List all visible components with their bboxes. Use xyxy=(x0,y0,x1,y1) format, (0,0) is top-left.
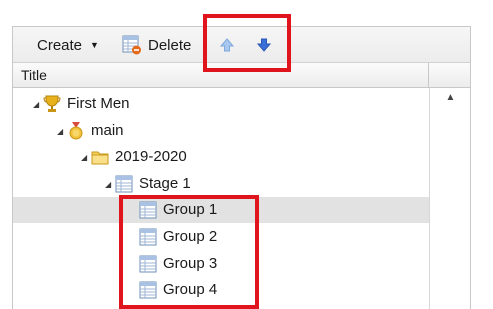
tree-row[interactable]: ◢ First Men xyxy=(13,91,430,117)
chevron-down-icon: ▼ xyxy=(90,40,99,50)
tree-row-label: 2019-2020 xyxy=(115,148,187,166)
expand-toggle-icon[interactable]: ◢ xyxy=(105,180,111,189)
table-icon xyxy=(115,175,133,193)
delete-label: Delete xyxy=(148,36,192,54)
tree-row[interactable]: ◢ main xyxy=(13,118,430,144)
tree-row[interactable]: ◢ Stage 1 xyxy=(13,171,430,197)
highlight-box-arrows xyxy=(203,14,291,72)
vertical-scrollbar[interactable]: ▲ xyxy=(429,88,470,309)
expand-toggle-icon[interactable]: ◢ xyxy=(57,127,63,136)
delete-button[interactable]: Delete xyxy=(122,27,191,63)
folder-icon xyxy=(91,148,109,166)
tree-row-label: First Men xyxy=(67,95,130,112)
highlight-box-groups xyxy=(119,195,259,309)
trophy-icon xyxy=(43,95,61,113)
delete-table-icon xyxy=(122,35,142,55)
medal-icon xyxy=(67,121,85,140)
tree-row[interactable]: ◢ 2019-2020 xyxy=(13,144,430,170)
expand-toggle-icon[interactable]: ◢ xyxy=(81,153,87,162)
tree-row-label: Stage 1 xyxy=(139,174,191,192)
expand-toggle-icon[interactable]: ◢ xyxy=(33,100,39,109)
create-button[interactable]: Create ▼ xyxy=(37,27,99,63)
scroll-up-arrow-icon[interactable]: ▲ xyxy=(430,92,471,108)
create-label: Create xyxy=(37,36,83,54)
tree-row-label: main xyxy=(91,121,124,139)
